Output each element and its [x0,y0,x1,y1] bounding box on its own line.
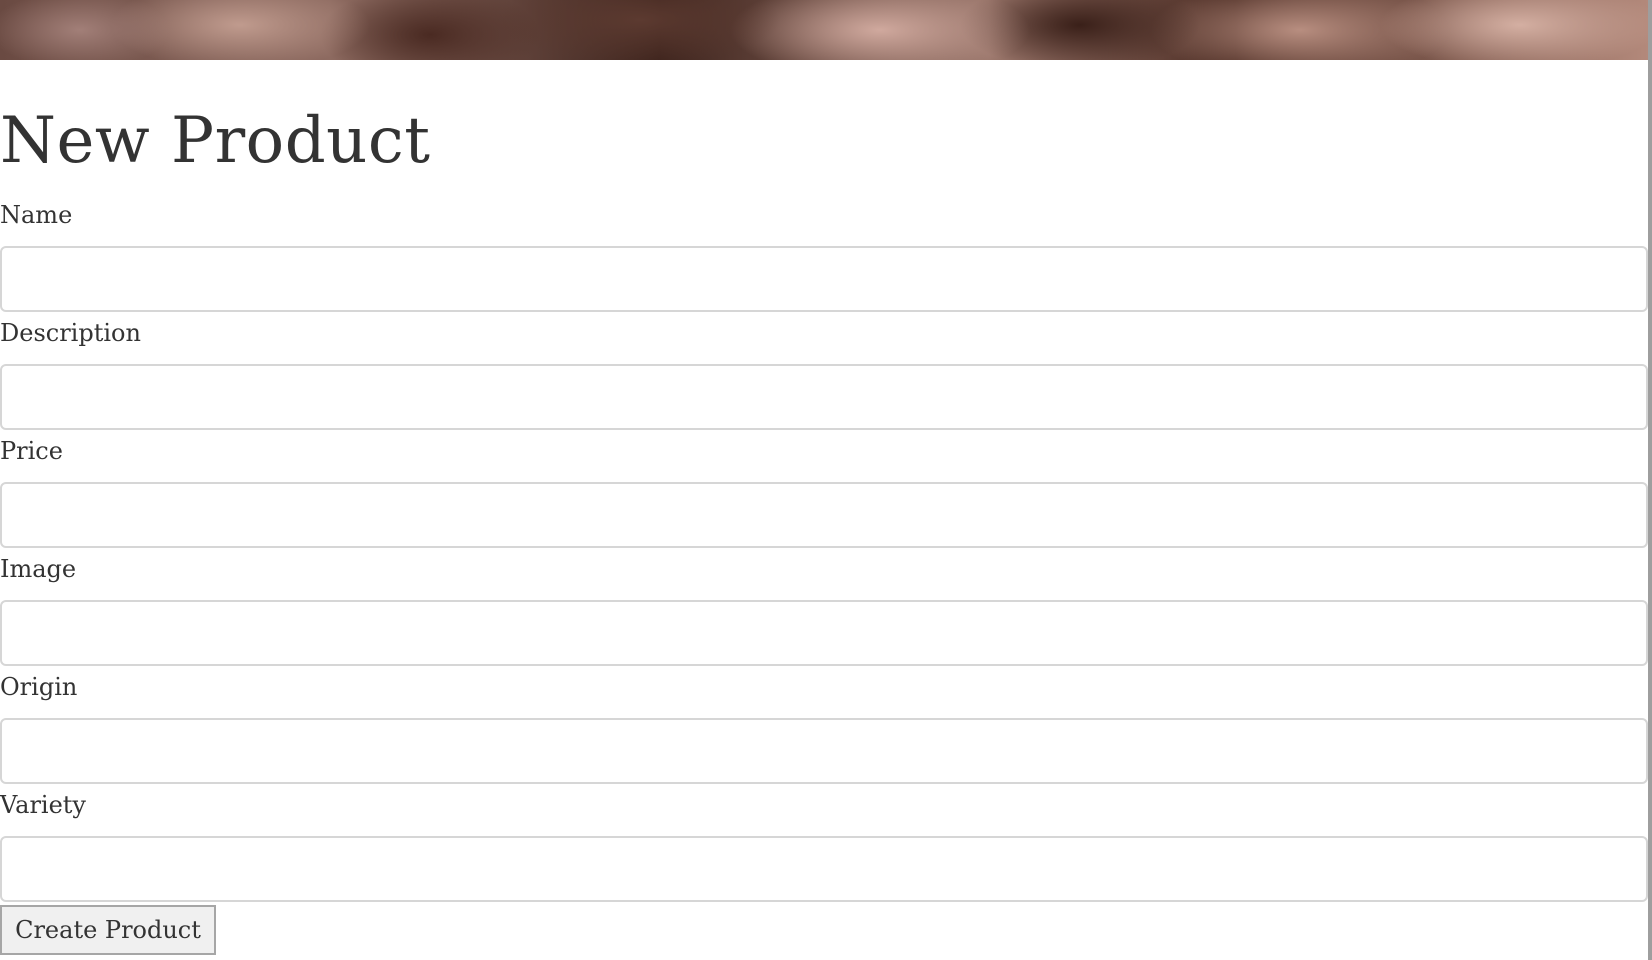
variety-field-group: Variety [0,790,1648,908]
price-input[interactable] [0,482,1648,548]
name-label: Name [0,201,73,229]
description-input[interactable] [0,364,1648,430]
origin-label: Origin [0,673,78,701]
price-field-group: Price [0,436,1648,554]
page: New Product Name Description Price Image… [0,0,1652,960]
variety-input[interactable] [0,836,1648,902]
hero-banner-image [0,0,1648,60]
create-product-button[interactable]: Create Product [0,905,216,955]
origin-field-group: Origin [0,672,1648,790]
scrollbar[interactable] [1648,0,1652,960]
price-label: Price [0,437,63,465]
page-title: New Product [0,104,431,178]
name-field-group: Name [0,200,1648,318]
description-field-group: Description [0,318,1648,436]
image-label: Image [0,555,77,583]
description-label: Description [0,319,141,347]
image-field-group: Image [0,554,1648,672]
variety-label: Variety [0,791,86,819]
new-product-form: Name Description Price Image Origin Vari… [0,200,1648,908]
origin-input[interactable] [0,718,1648,784]
name-input[interactable] [0,246,1648,312]
image-input[interactable] [0,600,1648,666]
